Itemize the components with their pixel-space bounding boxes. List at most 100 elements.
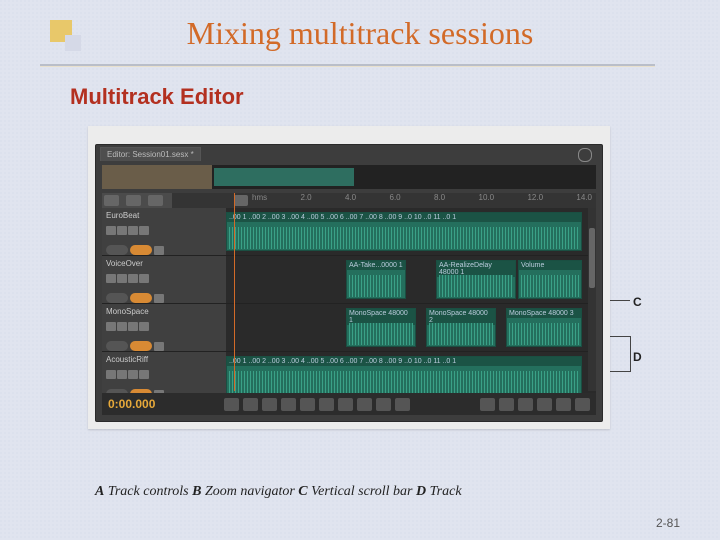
track-lane[interactable]: ..00 1 ..00 2 ..00 3 ..00 4 ..00 5 ..00 … (226, 352, 596, 399)
zoom-out-button[interactable] (499, 398, 514, 411)
solo-button[interactable] (117, 226, 127, 235)
track-controls[interactable]: VoiceOver (102, 256, 226, 303)
clip-label: MonoSpace 48000 3 (507, 309, 581, 318)
record-button[interactable] (281, 398, 296, 411)
track-header-controls (102, 193, 172, 208)
callout-label-c: C (633, 295, 642, 309)
audio-clip[interactable]: Volume (518, 260, 582, 299)
mute-button[interactable] (106, 274, 116, 283)
rew-button[interactable] (319, 398, 334, 411)
track-name: EuroBeat (106, 211, 222, 220)
rtz-button[interactable] (300, 398, 315, 411)
waveform (429, 323, 493, 345)
audio-clip[interactable]: AA-Take...0000 1 (346, 260, 406, 299)
stop-button[interactable] (224, 398, 239, 411)
solo-button[interactable] (117, 370, 127, 379)
playhead[interactable] (234, 193, 235, 391)
vertical-scroll-bar[interactable] (588, 208, 596, 391)
volume-knob[interactable] (106, 341, 128, 351)
callout-tick-c (608, 300, 630, 301)
audio-clip[interactable]: MonoSpace 48000 3 (506, 308, 582, 347)
track-name: VoiceOver (106, 259, 222, 268)
multitrack-editor-figure: Editor: Session01.sesx * hms 2.0 4.0 (88, 126, 610, 429)
track-controls[interactable]: AcousticRiff (102, 352, 226, 399)
zoom-navigator-content (214, 168, 354, 186)
divider-shadow (40, 66, 655, 67)
play-button[interactable] (243, 398, 258, 411)
track-lane[interactable]: AA-Take...0000 1 AA-RealizeDelay 48000 1V… (226, 256, 596, 303)
waveform (349, 323, 413, 345)
timecode-display: 0:00.000 (108, 397, 155, 411)
read-mode-button[interactable] (154, 246, 164, 255)
page-title: Mixing multitrack sessions (0, 15, 720, 52)
mute-button[interactable] (106, 322, 116, 331)
page-subtitle: Multitrack Editor (70, 84, 244, 110)
read-mode-button[interactable] (154, 342, 164, 351)
arm-record-button[interactable] (128, 226, 138, 235)
fwd-button[interactable] (338, 398, 353, 411)
waveform (229, 227, 579, 249)
slide: Mixing multitrack sessions Multitrack Ed… (0, 0, 720, 540)
audio-clip[interactable]: MonoSpace 48000 2 (426, 308, 496, 347)
editor-panel: Editor: Session01.sesx * hms 2.0 4.0 (95, 144, 603, 422)
zoom-in-v-button[interactable] (556, 398, 571, 411)
monitor-button[interactable] (139, 370, 149, 379)
track-lane[interactable]: MonoSpace 48000 1 MonoSpace 48000 2 MonoSp… (226, 304, 596, 351)
track-lane[interactable]: ..00 1 ..00 2 ..00 3 ..00 4 ..00 5 ..00 … (226, 208, 596, 255)
timeline-ruler[interactable]: hms 2.0 4.0 6.0 8.0 10.0 12.0 14.0 (102, 193, 596, 209)
read-mode-button[interactable] (154, 294, 164, 303)
callout-label-d: D (633, 350, 642, 364)
audio-clip[interactable]: AA-RealizeDelay 48000 1 (436, 260, 516, 299)
audio-clip[interactable]: MonoSpace 48000 1 (346, 308, 416, 347)
monitor-button[interactable] (139, 226, 149, 235)
audio-clip[interactable]: ..00 1 ..00 2 ..00 3 ..00 4 ..00 5 ..00 … (226, 356, 582, 395)
waveform (509, 323, 579, 345)
zoom-navigator[interactable] (102, 165, 596, 189)
arm-record-button[interactable] (128, 274, 138, 283)
track-controls[interactable]: MonoSpace (102, 304, 226, 351)
track-name: MonoSpace (106, 307, 222, 316)
ruler-ticks: hms 2.0 4.0 6.0 8.0 10.0 12.0 14.0 (252, 193, 592, 208)
tool-button[interactable] (126, 195, 141, 206)
zoom-fit-button[interactable] (518, 398, 533, 411)
solo-button[interactable] (117, 274, 127, 283)
waveform (349, 275, 403, 297)
loop-button[interactable] (376, 398, 391, 411)
mute-button[interactable] (106, 370, 116, 379)
pan-knob[interactable] (130, 341, 152, 351)
waveform (439, 275, 513, 297)
tool-button[interactable] (104, 195, 119, 206)
arm-record-button[interactable] (128, 322, 138, 331)
monitor-button[interactable] (139, 274, 149, 283)
end-button[interactable] (357, 398, 372, 411)
volume-knob[interactable] (106, 293, 128, 303)
volume-knob[interactable] (106, 245, 128, 255)
track-controls[interactable]: EuroBeat (102, 208, 226, 255)
track-row: EuroBeat ..00 1 ..00 2 ..00 3 ..00 4 ..00… (102, 208, 596, 256)
clip-label: AA-Take...0000 1 (347, 261, 405, 270)
pause-button[interactable] (262, 398, 277, 411)
pan-knob[interactable] (130, 293, 152, 303)
solo-button[interactable] (117, 322, 127, 331)
figure-caption: A Track controls B Zoom navigator C Vert… (95, 484, 462, 500)
clip-label: ..00 1 ..00 2 ..00 3 ..00 4 ..00 5 ..00 … (227, 213, 581, 222)
zoom-in-button[interactable] (480, 398, 495, 411)
zoom-sel-button[interactable] (537, 398, 552, 411)
monitor-button[interactable] (139, 322, 149, 331)
skip-button[interactable] (395, 398, 410, 411)
zoom-navigator-view[interactable] (102, 165, 212, 189)
zoom-out-v-button[interactable] (575, 398, 590, 411)
tab-bar: Editor: Session01.sesx * (96, 145, 602, 161)
waveform (521, 275, 579, 297)
pan-knob[interactable] (130, 245, 152, 255)
audio-clip[interactable]: ..00 1 ..00 2 ..00 3 ..00 4 ..00 5 ..00 … (226, 212, 582, 251)
tool-button[interactable] (148, 195, 163, 206)
transport-bar: 0:00.000 (102, 393, 596, 415)
track-row: VoiceOver AA-Take...0000 1 AA-RealizeDelay… (102, 256, 596, 304)
session-tab[interactable]: Editor: Session01.sesx * (100, 147, 201, 161)
page-number: 2-81 (656, 516, 680, 530)
track-row: MonoSpaceMonoSpace 48000 1MonoSpace 4800… (102, 304, 596, 352)
arm-record-button[interactable] (128, 370, 138, 379)
mute-button[interactable] (106, 226, 116, 235)
home-icon[interactable] (234, 195, 248, 206)
